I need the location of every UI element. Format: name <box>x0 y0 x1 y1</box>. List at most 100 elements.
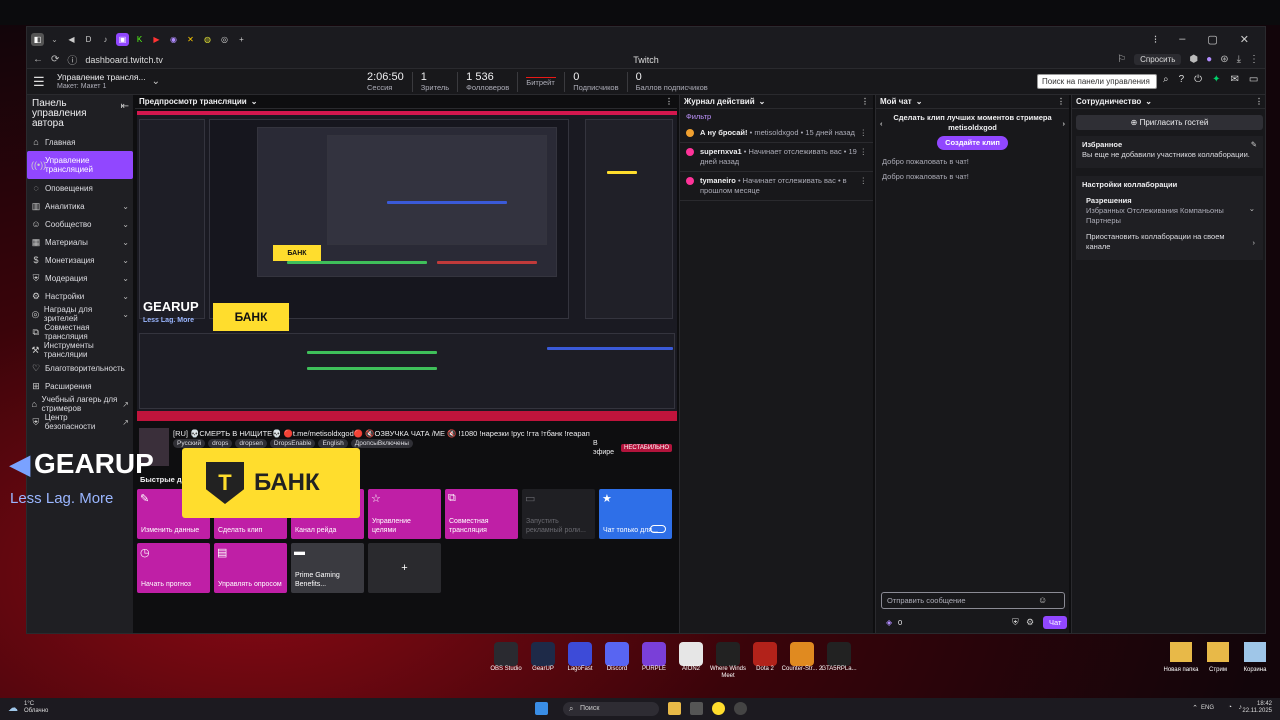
minimize-icon[interactable]: – <box>1179 33 1185 46</box>
more-icon[interactable]: ⋮ <box>1255 97 1263 106</box>
kick-tab-icon[interactable]: K <box>133 33 146 46</box>
site-info-icon[interactable]: ⓘ <box>67 52 77 67</box>
chevron-down-icon[interactable]: ⌄ <box>122 238 129 247</box>
maximize-icon[interactable]: ▢ <box>1207 33 1217 46</box>
sidebar-item[interactable]: ▦ Материалы ⌄ <box>27 233 133 251</box>
sidebar-item[interactable]: ⌂ Учебный лагерь для стримеров ↗ <box>27 395 133 413</box>
tab-icon-1[interactable]: ◀ <box>65 33 78 46</box>
browser-menu-icon[interactable]: ⋮ <box>1249 54 1259 65</box>
more-icon[interactable]: ⋮ <box>861 97 869 106</box>
yandex-browser-icon[interactable] <box>712 702 725 715</box>
reload-icon[interactable]: ⟳ <box>51 54 59 65</box>
dock-app-icon[interactable] <box>753 642 777 666</box>
taskbar-search[interactable]: Поиск <box>563 702 659 716</box>
tab-icon-4[interactable]: ✕ <box>184 33 197 46</box>
chevron-down-icon[interactable]: ⌄ <box>1145 97 1152 106</box>
close-icon[interactable]: ✕ <box>1240 33 1249 46</box>
sidebar-item[interactable]: ⛨ Модерация ⌄ <box>27 269 133 287</box>
extension-icon-3[interactable]: ⊛ <box>1220 54 1228 65</box>
quick-action-button[interactable]: ☆ Управление целями <box>368 489 441 539</box>
downloads-icon[interactable]: ⤓ <box>1237 54 1241 65</box>
sidebar-item[interactable]: ♡ Благотворительность <box>27 359 133 377</box>
quick-action-button[interactable]: ▭ Запустить рекламный роли... <box>522 489 595 539</box>
rewards-icon[interactable]: ✦ <box>1212 74 1220 88</box>
sidebar-item[interactable]: ⚙ Настройки ⌄ <box>27 287 133 305</box>
quick-action-button[interactable]: ◷ Начать прогноз <box>137 543 210 593</box>
tab-icon-5[interactable]: ◍ <box>201 33 214 46</box>
inbox-icon[interactable]: ✉ <box>1230 74 1238 88</box>
stream-tag[interactable]: DropsEnable <box>269 439 316 448</box>
bookmark-icon[interactable]: ⚐ <box>1117 54 1126 65</box>
chevron-down-icon[interactable]: ⌄ <box>122 256 129 265</box>
help-icon[interactable]: ? <box>1179 74 1185 88</box>
twitch-tab-icon[interactable]: ▣ <box>116 32 129 46</box>
stream-tag[interactable]: Русский <box>173 439 206 448</box>
dock-app-icon[interactable] <box>531 642 555 666</box>
dashboard-search-input[interactable]: Поиск на панели управления <box>1037 74 1157 89</box>
sidebar-item[interactable]: ⛨ Центр безопасности ↗ <box>27 413 133 431</box>
window-menu-icon[interactable]: ⁝ <box>1154 33 1158 46</box>
chevron-down-icon[interactable]: ⌄ <box>916 97 923 106</box>
activity-item[interactable]: А ну бросай! • metisoldxgod • 15 дней на… <box>680 124 873 143</box>
stream-tag[interactable]: ДропсыВключены <box>350 439 413 448</box>
dock-app-icon[interactable] <box>790 642 814 666</box>
stream-preview[interactable]: GEARUP Less Lag. More БАНК БАНК <box>137 111 677 421</box>
dock-app-icon[interactable] <box>642 642 666 666</box>
search-icon[interactable]: ⌕ <box>1163 74 1169 88</box>
menu-icon[interactable]: ☰ <box>33 74 53 90</box>
emote-icon[interactable]: ☺ <box>1038 595 1047 605</box>
gear-icon[interactable]: ⚙ <box>1026 617 1034 628</box>
desktop-folder-icon[interactable] <box>1207 642 1229 662</box>
activity-user[interactable]: supernxva1 <box>700 147 742 156</box>
language-indicator[interactable]: ENG <box>1201 705 1214 711</box>
channel-selector[interactable]: Управление трансля... Макет: Макет 1 <box>57 72 146 91</box>
sidebar-item[interactable]: ◌ Оповещения <box>27 179 133 197</box>
sidebar-item[interactable]: ⧉ Совместная трансляция <box>27 323 133 341</box>
whispers-icon[interactable]: ▭ <box>1249 74 1258 88</box>
more-icon[interactable]: ⋮ <box>665 97 673 106</box>
chevron-down-icon[interactable]: ⌄ <box>1249 204 1255 214</box>
filter-button[interactable]: Фильтр <box>680 109 873 124</box>
dock-app-icon[interactable] <box>494 642 518 666</box>
dock-app-icon[interactable] <box>827 642 851 666</box>
chevron-down-icon[interactable]: ⌄ <box>251 97 258 106</box>
chevron-down-icon[interactable]: ⌄ <box>122 292 129 301</box>
stream-tag[interactable]: drops <box>208 439 233 448</box>
stream-tag[interactable]: dropsen <box>235 439 267 448</box>
tab-icon-3[interactable]: ◉ <box>167 33 180 46</box>
quick-action-button[interactable]: ▤ Управлять опросом <box>214 543 287 593</box>
quick-action-button[interactable]: ★ Чат только для... <box>599 489 672 539</box>
power-icon[interactable]: ⏻ <box>1194 74 1202 88</box>
stream-title[interactable]: [RU] 💀СМЕРТЬ В НИЩИТЕ💀 🔴t.me/metisoldxgo… <box>173 429 590 438</box>
chevron-down-icon[interactable]: ⌄ <box>122 310 129 319</box>
more-icon[interactable]: ⋮ <box>860 147 868 157</box>
chevron-down-icon[interactable]: ⌄ <box>48 33 61 46</box>
tab-icon-2[interactable]: D <box>82 33 95 46</box>
tab-icon-6[interactable]: ◎ <box>218 33 231 46</box>
new-tab-icon[interactable]: + <box>235 33 248 46</box>
chevron-down-icon[interactable]: ⌄ <box>122 274 129 283</box>
desktop-folder-icon[interactable] <box>1170 642 1192 662</box>
obs-taskbar-icon[interactable] <box>734 702 747 715</box>
stream-tag[interactable]: English <box>318 439 348 448</box>
more-icon[interactable]: ⋮ <box>860 176 868 186</box>
permissions-row[interactable]: Разрешения Избранных Отслеживания Компан… <box>1082 196 1257 232</box>
quick-action-button[interactable]: + <box>368 543 441 593</box>
tab-menu-icon[interactable]: ◧ <box>31 32 44 46</box>
taskbar-app-icon[interactable] <box>690 702 703 715</box>
clock[interactable]: 18:42 22.11.2025 <box>1242 701 1272 715</box>
weather-widget[interactable]: 1°C Облачно <box>24 701 48 715</box>
sidebar-item[interactable]: ⊞ Расширения <box>27 377 133 395</box>
desktop-folder-icon[interactable] <box>1244 642 1266 662</box>
prev-icon[interactable]: ‹ <box>880 119 883 129</box>
ask-button[interactable]: Спросить <box>1134 54 1182 65</box>
dock-app-icon[interactable] <box>679 642 703 666</box>
dock-app-icon[interactable] <box>568 642 592 666</box>
pause-collab-row[interactable]: Приостановить коллаборации на своем кана… <box>1082 232 1257 256</box>
sidebar-item[interactable]: ⚒ Инструменты трансляции <box>27 341 133 359</box>
toggle-switch[interactable] <box>650 525 666 533</box>
send-button[interactable]: Чат <box>1043 616 1068 629</box>
network-icon[interactable]: ◔ <box>1228 704 1232 711</box>
create-clip-button[interactable]: Создайте клип <box>937 136 1008 150</box>
edit-icon[interactable]: ✎ <box>1251 140 1257 150</box>
